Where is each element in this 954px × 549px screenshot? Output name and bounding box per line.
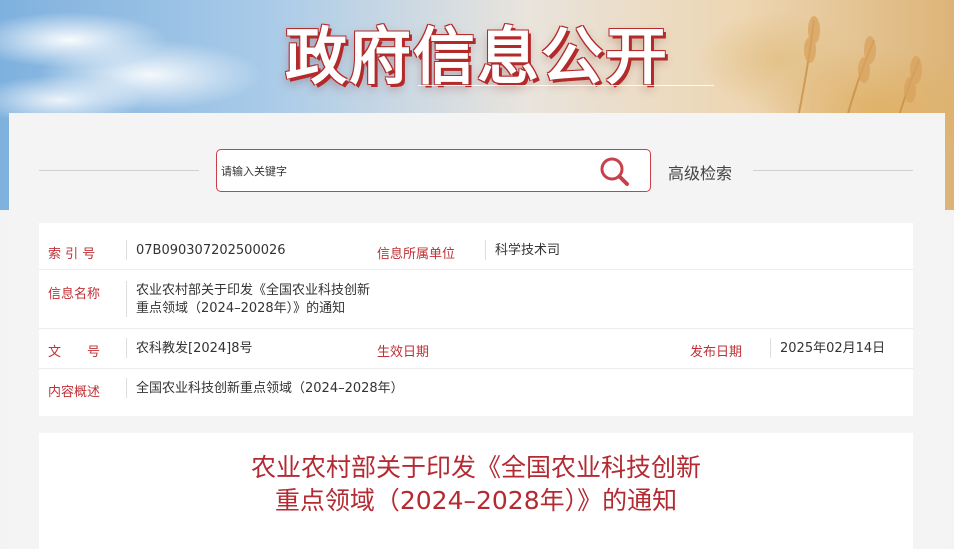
name-value-line1: 农业农村部关于印发《全国农业科技创新	[136, 283, 371, 298]
meta-row-index: 索 引 号 07B090307202500026 信息所属单位 科学技术司	[39, 223, 913, 270]
page-title: 政府信息公开	[284, 20, 669, 93]
effective-date-label: 生效日期	[377, 345, 430, 360]
document-title-line2: 重点领域（2024–2028年）》的通知	[274, 486, 678, 515]
search-section: 高级检索	[9, 113, 945, 218]
search-box	[216, 149, 651, 192]
main-panel: 高级检索 索 引 号 07B090307202500026 信息所属单位 科学技…	[9, 113, 945, 549]
title-underline	[418, 85, 714, 86]
info-metadata-table: 索 引 号 07B090307202500026 信息所属单位 科学技术司 信息…	[39, 223, 913, 416]
column-separator	[126, 281, 127, 317]
summary-label: 内容概述	[48, 385, 101, 400]
document-title: 农业农村部关于印发《全国农业科技创新 重点领域（2024–2028年）》的通知	[39, 451, 913, 517]
search-icon	[600, 157, 629, 186]
publish-date-label: 发布日期	[690, 345, 743, 360]
column-separator	[770, 338, 771, 358]
summary-value: 全国农业科技创新重点领域（2024–2028年）	[136, 381, 404, 396]
column-separator	[485, 240, 486, 260]
column-separator	[126, 240, 127, 260]
document-content: 农业农村部关于印发《全国农业科技创新 重点领域（2024–2028年）》的通知	[39, 433, 913, 549]
document-title-line1: 农业农村部关于印发《全国农业科技创新	[250, 453, 701, 482]
advanced-search-link[interactable]: 高级检索	[668, 160, 732, 184]
meta-row-name: 信息名称 农业农村部关于印发《全国农业科技创新 重点领域（2024–2028年）…	[39, 269, 913, 329]
index-label: 索 引 号	[48, 247, 96, 262]
docno-label: 文 号	[48, 345, 101, 360]
docno-value: 农科教发[2024]8号	[136, 341, 253, 356]
unit-label: 信息所属单位	[377, 247, 456, 262]
meta-row-docno: 文 号 农科教发[2024]8号 生效日期 发布日期 2025年02月14日	[39, 328, 913, 369]
search-divider-right	[753, 170, 913, 171]
search-button[interactable]	[598, 155, 632, 187]
search-divider-left	[39, 170, 199, 171]
meta-row-summary: 内容概述 全国农业科技创新重点领域（2024–2028年）	[39, 368, 913, 408]
name-value-line2: 重点领域（2024–2028年）》的通知	[136, 301, 346, 316]
publish-date-value: 2025年02月14日	[780, 341, 886, 356]
index-value: 07B090307202500026	[136, 243, 286, 258]
column-separator	[126, 338, 127, 358]
search-input[interactable]	[219, 158, 593, 184]
name-label: 信息名称	[48, 287, 101, 302]
column-separator	[126, 378, 127, 398]
unit-value: 科学技术司	[495, 243, 561, 258]
